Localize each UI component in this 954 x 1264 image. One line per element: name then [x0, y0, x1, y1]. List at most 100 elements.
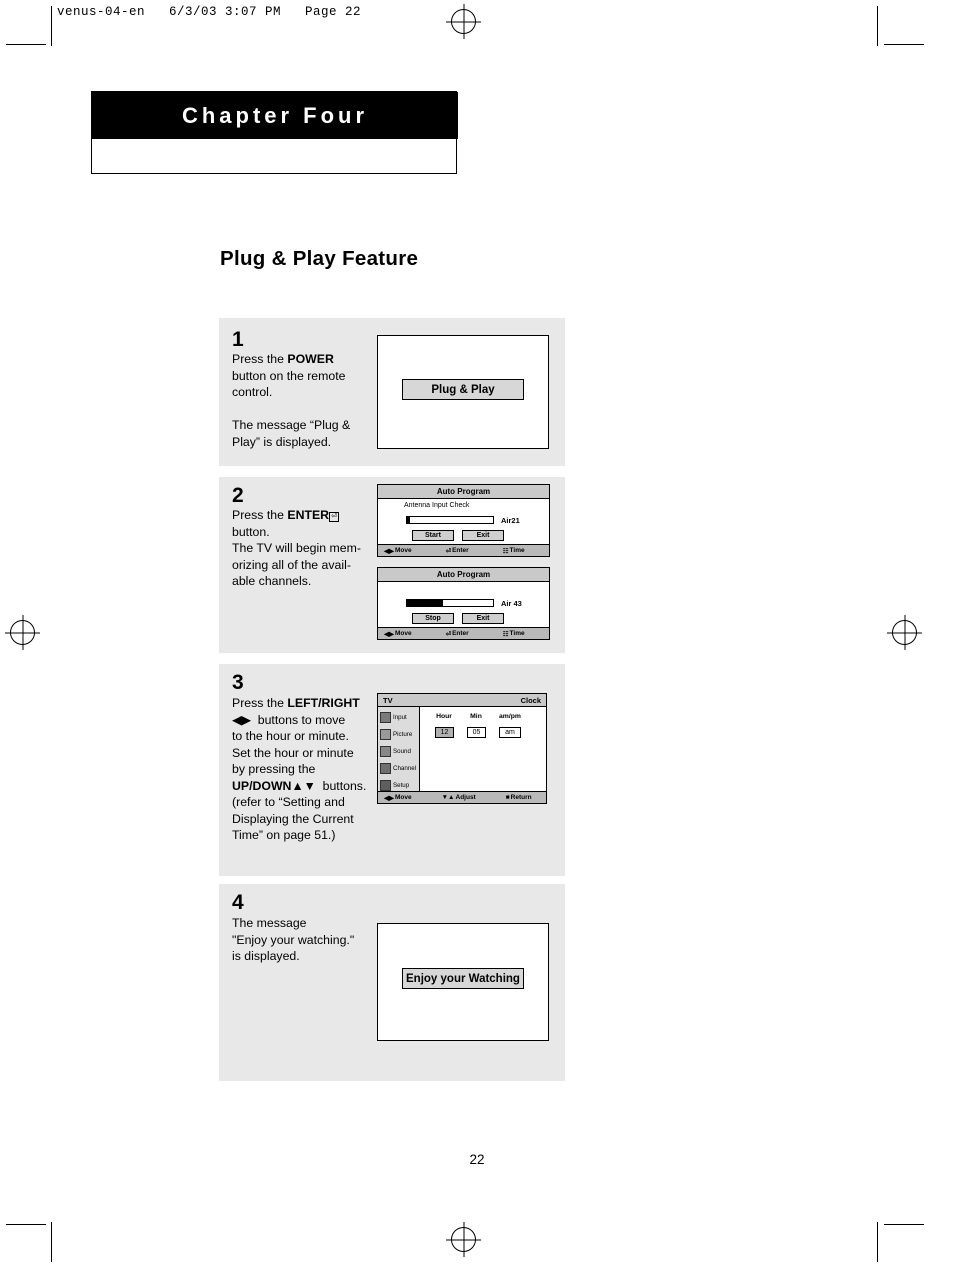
- sidebar-label-sound: Sound: [393, 748, 411, 755]
- sidebar-item-picture[interactable]: Picture: [378, 726, 419, 743]
- stop-button[interactable]: Stop: [412, 613, 454, 624]
- sound-icon: [380, 746, 391, 757]
- registration-mark-bottom: [451, 1227, 476, 1252]
- step-4-line-3: is displayed.: [232, 949, 300, 963]
- step-3-line-3: to the hour or minute.: [232, 729, 349, 743]
- footer-enter-bottom: ⏎ Enter: [445, 630, 469, 638]
- sidebar-label-channel: Channel: [393, 765, 417, 772]
- step-3-bold-updown: UP/DOWN: [232, 778, 292, 793]
- step-4-line-2: "Enjoy your watching.": [232, 932, 355, 947]
- footer-enter-label-bottom: Enter: [452, 630, 469, 637]
- step-1: 1 Press the POWER button on the remote c…: [219, 318, 565, 466]
- step-3-line-8: Displaying the Current: [232, 811, 354, 826]
- crop-mark-top-horizontal-right: [884, 44, 924, 45]
- sidebar-item-input[interactable]: Input: [378, 709, 419, 726]
- footer-move-top: ◀▶ Move: [384, 547, 412, 555]
- step-4-text: The message "Enjoy your watching." is di…: [232, 915, 384, 965]
- step-3: 3 Press the LEFT/RIGHT ◀▶ buttons to mov…: [219, 664, 565, 876]
- chapter-title: Chapter Four: [92, 92, 458, 139]
- step-1-tv-screen: Plug & Play: [377, 335, 549, 449]
- step-1-number: 1: [232, 328, 244, 351]
- clock-field-hour[interactable]: 12: [435, 727, 454, 738]
- sidebar-label-setup: Setup: [393, 782, 410, 789]
- page-number: 22: [469, 1152, 485, 1167]
- auto-program-title-bottom: Auto Program: [378, 568, 549, 582]
- step-4-line-1: The message: [232, 916, 307, 930]
- step-2-line-4: orizing all of the avail-: [232, 557, 351, 572]
- footer-time-label-bottom: Time: [509, 630, 525, 637]
- enter-key-icon: ⏎: [329, 512, 339, 522]
- osd-footer-top: ◀▶ Move ⏎ Enter ☷ Time: [378, 544, 549, 556]
- step-2-line-3: The TV will begin mem-: [232, 541, 361, 555]
- crop-mark-bottom-horizontal-left: [6, 1224, 46, 1225]
- footer-return-menu: ■ Return: [505, 794, 532, 801]
- clock-menu-osd: TV Clock Input Picture Sound Channel Set…: [377, 693, 547, 804]
- step-3-line-7: (refer to “Setting and: [232, 795, 345, 809]
- exit-button-top[interactable]: Exit: [462, 530, 504, 541]
- auto-program-title-top: Auto Program: [378, 485, 549, 499]
- step-3-line-2: ◀▶ buttons to move: [232, 712, 346, 727]
- step-3-line-4: Set the hour or minute: [232, 745, 354, 760]
- step-4-number: 4: [232, 891, 244, 914]
- sidebar-item-sound[interactable]: Sound: [378, 743, 419, 760]
- step-4: 4 The message "Enjoy your watching." is …: [219, 884, 565, 1081]
- enjoy-watching-banner: Enjoy your Watching: [402, 968, 524, 989]
- footer-return-label-menu: Return: [510, 794, 532, 801]
- clock-field-ampm[interactable]: am: [499, 727, 521, 738]
- step-1-bold-power: POWER: [287, 352, 334, 366]
- step-1-line-5: The message “Plug &: [232, 418, 351, 432]
- footer-time-label-top: Time: [509, 547, 525, 554]
- sidebar-item-channel[interactable]: Channel: [378, 760, 419, 777]
- step-4-tv-screen: Enjoy your Watching: [377, 923, 549, 1041]
- sidebar-label-input: Input: [393, 714, 407, 721]
- menu-clock-label: Clock: [520, 695, 541, 705]
- footer-enter-label-top: Enter: [452, 547, 469, 554]
- auto-program-osd-top: Auto Program Antenna Input Check Air21 S…: [377, 484, 550, 557]
- setup-icon: [380, 780, 391, 791]
- step-1-line-6: Play” is displayed.: [232, 434, 332, 449]
- step-2-number: 2: [232, 484, 244, 507]
- step-2-line-2: button.: [232, 524, 270, 539]
- menu-footer: ◀▶ Move ▼▲ Adjust ■ Return: [378, 791, 546, 803]
- step-2-bold-enter: ENTER: [287, 508, 330, 522]
- menu-tv-label: TV: [383, 695, 393, 705]
- footer-move-bottom: ◀▶ Move: [384, 630, 412, 638]
- progress-bar-top: [406, 516, 494, 524]
- step-2: 2 Press the ENTER ⏎ button. The TV will b…: [219, 477, 565, 653]
- manual-page: venus-04-en 6/3/03 3:07 PM Page 22 Chapt…: [0, 0, 954, 1264]
- clock-field-min[interactable]: 05: [467, 727, 486, 738]
- print-slug: venus-04-en 6/3/03 3:07 PM Page 22: [57, 5, 362, 19]
- registration-mark-top: [451, 9, 476, 34]
- antenna-input-check-label: Antenna Input Check: [404, 502, 470, 509]
- footer-move-menu: ◀▶ Move: [384, 794, 412, 802]
- osd-footer-bottom: ◀▶ Move ⏎ Enter ☷ Time: [378, 627, 549, 639]
- step-3-line-1: Press the LEFT/RIGHT: [232, 696, 360, 710]
- column-header-min: Min: [470, 713, 482, 720]
- footer-move-label-bottom: Move: [395, 630, 412, 637]
- step-1-line-1: Press the POWER: [232, 352, 334, 366]
- footer-move-label-menu: Move: [395, 794, 412, 801]
- registration-mark-right: [892, 620, 917, 645]
- step-2-line-1: Press the ENTER ⏎: [232, 508, 339, 522]
- start-button[interactable]: Start: [412, 530, 454, 541]
- crop-mark-right-vertical: [877, 6, 878, 46]
- step-3-line-5: by pressing the: [232, 762, 316, 776]
- registration-mark-left: [10, 620, 35, 645]
- footer-adjust-label-menu: Adjust: [455, 794, 476, 801]
- input-icon: [380, 712, 391, 723]
- channel-label-bottom: Air 43: [501, 599, 522, 608]
- menu-header: TV Clock: [378, 694, 546, 707]
- progress-bar-bottom-fill: [407, 600, 444, 606]
- step-1-line-3: control.: [232, 385, 273, 399]
- footer-time-top: ☷ Time: [502, 547, 525, 555]
- progress-bar-bottom: [406, 599, 494, 607]
- step-1-text: Press the POWER button on the remote con…: [232, 351, 372, 450]
- step-2-line-5: able channels.: [232, 574, 312, 588]
- left-right-arrow-icon: ◀▶: [232, 712, 251, 727]
- chapter-box: Chapter Four: [91, 91, 458, 174]
- exit-button-bottom[interactable]: Exit: [462, 613, 504, 624]
- footer-time-bottom: ☷ Time: [502, 630, 525, 638]
- auto-program-osd-bottom: Auto Program Air 43 Stop Exit ◀▶ Move ⏎ En…: [377, 567, 550, 640]
- crop-mark-left-vertical-bottom: [51, 1222, 52, 1262]
- channel-label-top: Air21: [501, 516, 520, 525]
